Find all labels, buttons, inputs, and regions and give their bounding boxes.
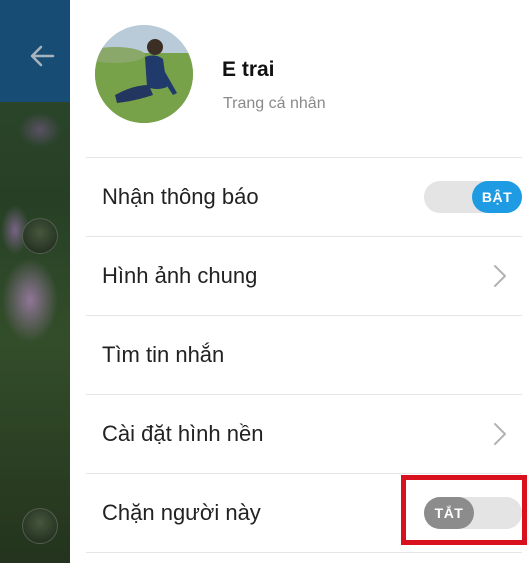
drawer-overlay[interactable]	[0, 0, 70, 563]
profile-header[interactable]: E trai Trang cá nhân	[70, 0, 532, 157]
settings-row-label: Cài đặt hình nền	[102, 421, 264, 446]
settings-row-search-messages[interactable]: Tìm tin nhắn	[86, 315, 522, 394]
settings-row-label: Nhận thông báo	[102, 184, 259, 209]
settings-row-label: Chặn người này	[102, 500, 261, 525]
settings-row-label: Hình ảnh chung	[102, 263, 258, 288]
profile-link-label[interactable]: Trang cá nhân	[223, 95, 326, 113]
profile-name: E trai	[222, 58, 275, 81]
settings-row-shared-media[interactable]: Hình ảnh chung	[86, 236, 522, 315]
avatar[interactable]	[95, 25, 193, 123]
chevron-right-icon	[494, 423, 506, 445]
highlight-box	[401, 475, 527, 545]
avatar-photo	[95, 25, 193, 123]
notifications-toggle[interactable]: BẬT	[424, 181, 522, 213]
settings-row-label: Tìm tin nhắn	[102, 342, 225, 367]
settings-row-divider	[86, 552, 522, 564]
chevron-right-icon	[494, 265, 506, 287]
settings-row-notifications[interactable]: Nhận thông báo BẬT	[86, 157, 522, 236]
settings-row-wallpaper[interactable]: Cài đặt hình nền	[86, 394, 522, 473]
toggle-knob: BẬT	[472, 181, 522, 213]
